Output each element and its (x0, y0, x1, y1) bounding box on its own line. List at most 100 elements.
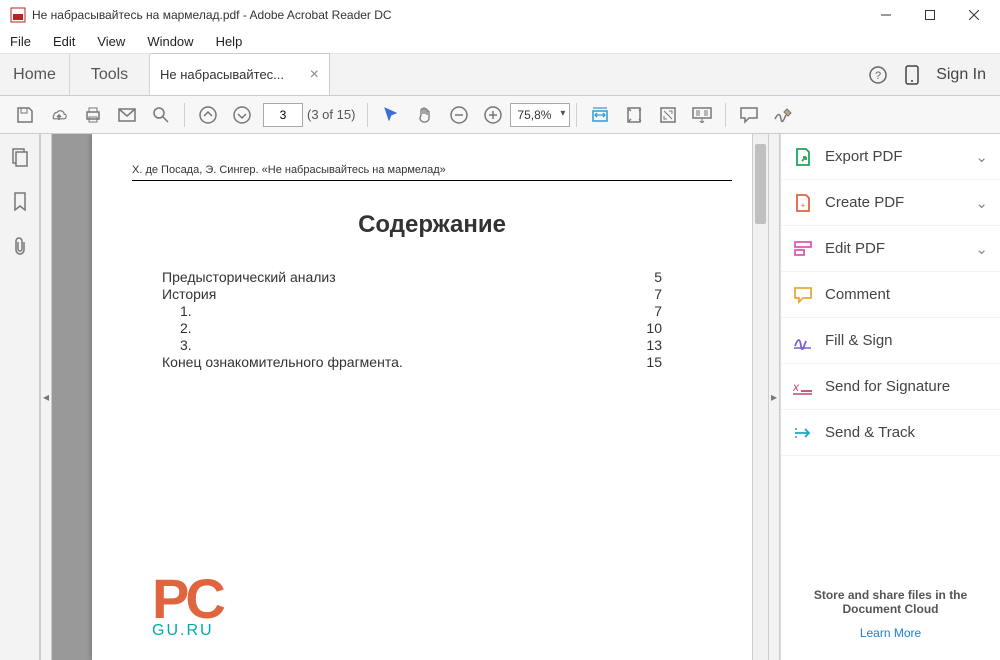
thumbnails-icon[interactable] (11, 148, 29, 168)
hand-tool-icon[interactable] (408, 96, 442, 134)
pdf-app-icon (10, 7, 26, 23)
document-viewport[interactable]: Х. де Посада, Э. Сингер. «Не набрасывайт… (52, 134, 768, 660)
page-down-icon[interactable] (225, 96, 259, 134)
send-track-icon (793, 423, 813, 443)
page-count-label: (3 of 15) (307, 107, 355, 122)
toc-row: История 7 (162, 286, 662, 302)
comment-icon[interactable] (732, 96, 766, 134)
left-panel-handle[interactable]: ◂ (40, 134, 52, 660)
export-pdf-icon (793, 147, 813, 167)
menu-edit[interactable]: Edit (49, 32, 79, 51)
toc-page: 13 (632, 337, 662, 353)
tab-tools[interactable]: Tools (70, 54, 150, 95)
create-pdf-label: Create PDF (825, 194, 904, 211)
chevron-down-icon: ⌄ (975, 148, 988, 166)
pdf-page: Х. де Посада, Э. Сингер. «Не набрасывайт… (92, 134, 768, 660)
right-panel: Export PDF ⌄ + Create PDF ⌄ Edit PDF ⌄ C… (780, 134, 1000, 660)
page-number-input[interactable] (263, 103, 303, 127)
page-up-icon[interactable] (191, 96, 225, 134)
send-signature-icon: x (793, 377, 813, 397)
zoom-select[interactable]: 75,8% (510, 103, 570, 127)
toc-page: 7 (632, 286, 662, 302)
help-icon[interactable]: ? (868, 65, 888, 85)
fullscreen-icon[interactable] (651, 96, 685, 134)
print-icon[interactable] (76, 96, 110, 134)
right-panel-footer: Store and share files in the Document Cl… (781, 568, 1000, 660)
maximize-button[interactable] (908, 0, 952, 30)
header-rule (132, 180, 732, 181)
right-panel-handle[interactable]: ▸ (768, 134, 780, 660)
watermark-top: PC (152, 577, 222, 622)
footer-text: Store and share files in the Document Cl… (814, 588, 967, 616)
save-icon[interactable] (8, 96, 42, 134)
learn-more-link[interactable]: Learn More (795, 626, 986, 640)
sign-icon[interactable] (766, 96, 800, 134)
fit-width-icon[interactable] (583, 96, 617, 134)
toc-page: 15 (632, 354, 662, 370)
svg-text:+: + (801, 201, 806, 210)
toc-label: 2. (180, 320, 192, 336)
send-signature-item[interactable]: x Send for Signature (781, 364, 1000, 410)
toc-page: 5 (632, 269, 662, 285)
cloud-icon[interactable] (42, 96, 76, 134)
chevron-down-icon: ⌄ (975, 240, 988, 258)
toc-page: 10 (632, 320, 662, 336)
attachment-icon[interactable] (12, 236, 28, 256)
menu-window[interactable]: Window (143, 32, 197, 51)
toc-title: Содержание (132, 211, 732, 239)
toc-row: 1.7 (162, 303, 662, 319)
toc-label: 1. (180, 303, 192, 319)
send-track-label: Send & Track (825, 424, 915, 441)
edit-pdf-item[interactable]: Edit PDF ⌄ (781, 226, 1000, 272)
toc-row: 3.13 (162, 337, 662, 353)
mobile-icon[interactable] (904, 65, 920, 85)
toc-label: История (162, 286, 216, 302)
menu-view[interactable]: View (93, 32, 129, 51)
fill-sign-label: Fill & Sign (825, 332, 893, 349)
toc-label: Предысторический анализ (162, 269, 336, 285)
toc-row: Предысторический анализ 5 (162, 269, 662, 285)
comment-label: Comment (825, 286, 890, 303)
edit-pdf-icon (793, 239, 813, 259)
menu-help[interactable]: Help (212, 32, 247, 51)
zoom-out-icon[interactable] (442, 96, 476, 134)
search-icon[interactable] (144, 96, 178, 134)
edit-pdf-label: Edit PDF (825, 240, 885, 257)
fill-sign-item[interactable]: Fill & Sign (781, 318, 1000, 364)
bookmark-icon[interactable] (13, 192, 27, 212)
sign-in-button[interactable]: Sign In (936, 66, 986, 84)
tabrow: Home Tools Не набрасывайтес... × ? Sign … (0, 54, 1000, 96)
vertical-scrollbar[interactable] (752, 134, 768, 660)
page-header: Х. де Посада, Э. Сингер. «Не набрасывайт… (132, 164, 732, 176)
minimize-button[interactable] (864, 0, 908, 30)
zoom-value: 75,8% (510, 103, 570, 127)
zoom-in-icon[interactable] (476, 96, 510, 134)
export-pdf-item[interactable]: Export PDF ⌄ (781, 134, 1000, 180)
close-tab-icon[interactable]: × (310, 66, 319, 84)
comment-item[interactable]: Comment (781, 272, 1000, 318)
create-pdf-icon: + (793, 193, 813, 213)
read-mode-icon[interactable] (685, 96, 719, 134)
export-pdf-label: Export PDF (825, 148, 903, 165)
svg-text:?: ? (875, 70, 881, 82)
document-tab-label: Не набрасывайтес... (160, 67, 284, 82)
left-sidebar (0, 134, 40, 660)
email-icon[interactable] (110, 96, 144, 134)
menu-file[interactable]: File (6, 32, 35, 51)
svg-text:x: x (793, 380, 800, 394)
toc-row: Конец ознакомительного фрагмента.15 (162, 354, 662, 370)
send-track-item[interactable]: Send & Track (781, 410, 1000, 456)
create-pdf-item[interactable]: + Create PDF ⌄ (781, 180, 1000, 226)
tab-home[interactable]: Home (0, 54, 70, 95)
content-area: ◂ Х. де Посада, Э. Сингер. «Не набрасыва… (0, 134, 1000, 660)
scrollbar-thumb[interactable] (755, 144, 766, 224)
watermark: PC GU.RU (152, 577, 222, 640)
document-tab[interactable]: Не набрасывайтес... × (150, 53, 330, 95)
window-title: Не набрасывайтесь на мармелад.pdf - Adob… (32, 8, 864, 22)
selection-tool-icon[interactable] (374, 96, 408, 134)
watermark-bottom: GU.RU (152, 622, 222, 640)
comment-panel-icon (793, 285, 813, 305)
fit-page-icon[interactable] (617, 96, 651, 134)
toc-label: 3. (180, 337, 192, 353)
close-window-button[interactable] (952, 0, 996, 30)
